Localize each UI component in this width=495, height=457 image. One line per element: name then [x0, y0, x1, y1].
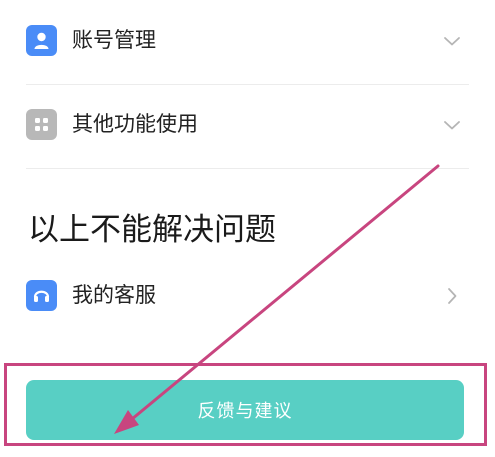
- headset-icon: [26, 280, 57, 311]
- person-icon: [26, 25, 57, 56]
- chevron-down-icon: [444, 37, 460, 46]
- divider: [26, 168, 469, 169]
- menu-item-label: 我的客服: [72, 283, 156, 307]
- chevron-down-icon: [444, 121, 460, 130]
- menu-item-account[interactable]: 账号管理: [0, 11, 495, 71]
- menu-item-label: 账号管理: [72, 28, 156, 52]
- menu-item-label: 其他功能使用: [72, 112, 198, 136]
- divider: [26, 84, 469, 85]
- chevron-right-icon: [448, 288, 457, 304]
- menu-item-customer-service[interactable]: 我的客服: [0, 266, 495, 326]
- menu-item-other-features[interactable]: 其他功能使用: [0, 95, 495, 155]
- grid-icon: [26, 109, 57, 140]
- feedback-button[interactable]: 反馈与建议: [26, 380, 464, 440]
- section-title: 以上不能解决问题: [28, 212, 276, 248]
